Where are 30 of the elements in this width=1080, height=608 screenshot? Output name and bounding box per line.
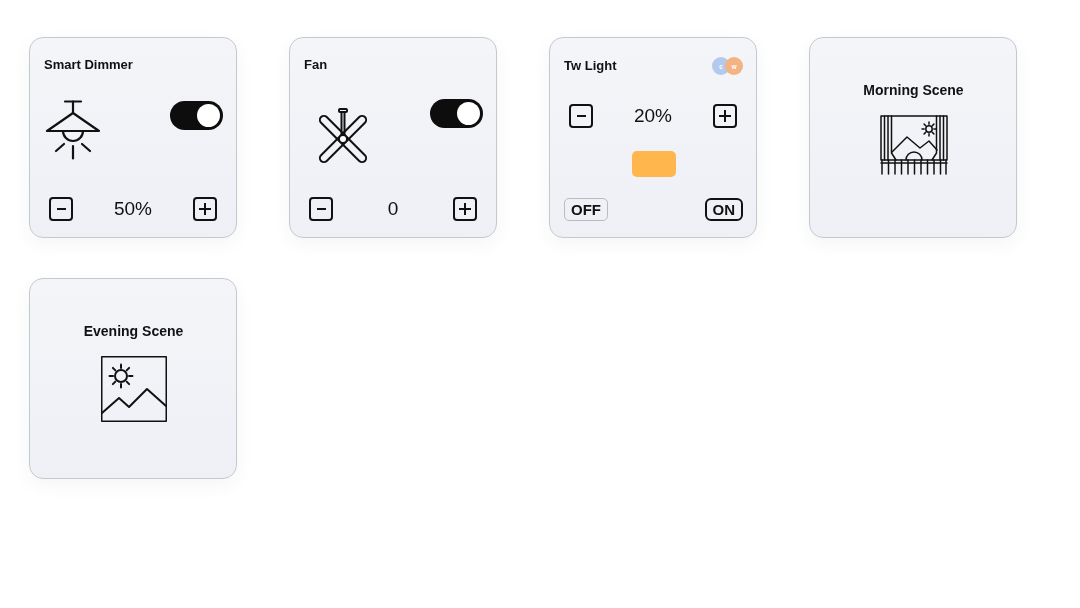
power-toggle[interactable] xyxy=(430,99,483,128)
minus-icon xyxy=(316,208,326,210)
plus-icon xyxy=(459,203,471,215)
window-scene-icon xyxy=(879,115,948,175)
ceiling-lamp-icon xyxy=(45,100,101,160)
plus-icon xyxy=(719,110,731,122)
scene-title: Evening Scene xyxy=(83,323,184,339)
landscape-picture-icon xyxy=(100,356,167,422)
level-reading: 50% xyxy=(114,197,152,221)
device-name: Tw Light xyxy=(564,58,617,74)
device-name: Fan xyxy=(304,57,329,73)
decrease-button[interactable] xyxy=(569,104,593,128)
power-mode-button[interactable]: OFF xyxy=(564,198,608,221)
level-reading: 0 xyxy=(387,197,399,221)
power-toggle[interactable] xyxy=(170,101,223,130)
scene-card[interactable]: Morning Scene xyxy=(809,37,1017,238)
power-mode-button[interactable]: ON xyxy=(704,198,743,221)
decrease-button[interactable] xyxy=(309,197,333,221)
scene-title: Morning Scene xyxy=(863,82,964,98)
minus-icon xyxy=(576,115,586,117)
decrease-button[interactable] xyxy=(49,197,73,221)
level-reading: 20% xyxy=(634,104,672,128)
plus-icon xyxy=(199,203,211,215)
scene-card[interactable]: Evening Scene xyxy=(29,278,237,479)
color-swatch[interactable] xyxy=(631,151,676,177)
minus-icon xyxy=(56,208,66,210)
increase-button[interactable] xyxy=(713,104,737,128)
device-name: Smart Dimmer xyxy=(44,57,134,73)
increase-button[interactable] xyxy=(453,197,477,221)
increase-button[interactable] xyxy=(193,197,217,221)
